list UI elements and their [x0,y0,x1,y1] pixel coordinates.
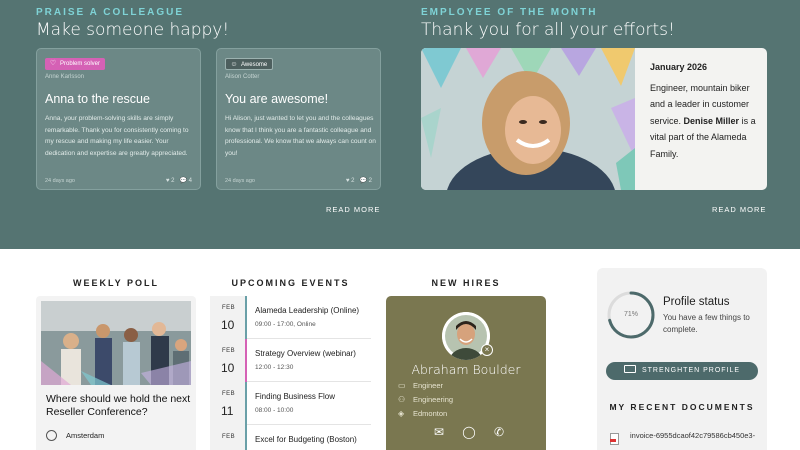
profile-status-subtitle: You have a few things to complete. [663,313,750,334]
like-count: 2 [171,178,175,184]
event-date: FEB 10 [210,296,247,339]
event-time: 08:00 - 10:00 [255,407,294,414]
top-band: PRAISE A COLLEAGUE Make someone happy! ♡… [0,0,800,249]
card-stats: ♥ 2 💬 2 [346,177,372,184]
profile-percent: 71% [623,311,638,318]
poll-card: Where should we hold the next Reseller C… [36,296,196,450]
poll-image [41,301,191,385]
event-date: FEB [210,425,247,450]
card-title: You are awesome! [225,92,329,106]
event-item[interactable]: FEB Excel for Budgeting (Boston) [210,425,371,450]
card-stats: ♥ 2 💬 4 [166,177,192,184]
phone-icon[interactable]: ✆ [494,425,504,439]
event-item[interactable]: FEB 11 Finding Business Flow 08:00 - 10:… [210,382,371,425]
praise-read-more-link[interactable]: READ MORE [326,205,380,214]
heart-icon: ♡ [49,60,57,67]
card-date: 24 days ago [225,178,255,184]
employee-photo [421,48,635,190]
card-body: Anna, your problem-solving skills are si… [45,115,189,157]
employee-name: Denise Miller [683,115,740,126]
event-title: Excel for Budgeting (Boston) [255,435,357,444]
hire-location: ◈ Edmonton [398,409,448,418]
event-item[interactable]: FEB 10 Strategy Overview (webinar) 12:00… [210,339,371,382]
event-time: 09:00 - 17:00, Online [255,321,316,328]
card-title: Anna to the rescue [45,92,150,106]
hire-name: Abraham Boulder [411,362,521,377]
poll-question: Where should we hold the next Reseller C… [46,393,191,418]
mail-icon[interactable]: ✉ [434,425,444,439]
card-author: Anne Karlsson [45,74,85,80]
poll-heading: WEEKLY POLL [72,278,159,288]
pdf-file-icon [610,433,619,445]
events-heading: UPCOMING EVENTS [231,278,350,288]
event-item[interactable]: FEB 10 Alameda Leadership (Online) 09:00… [210,296,371,339]
like-count: 2 [351,178,355,184]
strengthen-profile-button[interactable]: STRENGHTEN PROFILE [606,362,758,380]
praise-badge: ☺ Awesome [225,58,274,70]
chat-icon[interactable]: ◯ [462,425,475,439]
events-list: FEB 10 Alameda Leadership (Online) 09:00… [210,296,371,450]
hire-role: ▭ Engineer [398,381,444,390]
event-date: FEB 10 [210,339,247,382]
event-time: 12:00 - 12:30 [255,364,294,371]
profile-card-icon [623,365,636,373]
like-icon[interactable]: ♥ [346,178,350,184]
card-date: 24 days ago [45,178,75,184]
hires-heading: NEW HIRES [431,278,501,288]
hire-actions: ✉ ◯ ✆ [434,425,504,439]
eom-description: January 2026 Engineer, mountain biker an… [650,59,760,162]
hire-department: ⚇ Engineering [398,395,454,404]
id-card-icon: ▭ [398,381,406,390]
eom-title: Thank you for all your efforts! [421,20,675,40]
comment-icon[interactable]: 💬 [180,178,187,184]
document-link[interactable]: invoice-6955dcaof42c79586cb450e3- [630,430,760,442]
eom-card[interactable]: January 2026 Engineer, mountain biker an… [421,48,767,190]
praise-title: Make someone happy! [36,20,230,40]
poll-option-radio[interactable] [46,430,57,441]
event-title: Alameda Leadership (Online) [255,306,360,315]
comment-count: 4 [188,178,192,184]
eom-eyebrow: EMPLOYEE OF THE MONTH [421,7,598,18]
profile-status-title: Profile status [663,296,730,308]
smile-icon: ☺ [230,61,238,68]
eom-read-more-link[interactable]: READ MORE [712,205,766,214]
comment-count: 2 [368,178,372,184]
profile-panel: 71% Profile status You have a few things… [597,268,767,450]
location-icon: ◈ [398,409,405,418]
recent-documents-heading: MY RECENT DOCUMENTS [609,402,755,412]
event-title: Strategy Overview (webinar) [255,349,356,358]
comment-icon[interactable]: 💬 [360,178,367,184]
card-body: Hi Alison, just wanted to let you and th… [225,115,376,157]
team-icon: ⚇ [398,395,406,404]
praise-card[interactable]: ☺ Awesome Alison Cotter You are awesome!… [216,48,381,190]
praise-badge: ♡ Problem solver [45,58,106,70]
event-date: FEB 11 [210,382,247,425]
praise-card[interactable]: ♡ Problem solver Anne Karlsson Anna to t… [36,48,201,190]
poll-option-label[interactable]: Amsterdam [66,431,104,440]
event-title: Finding Business Flow [255,392,336,401]
new-hire-card: × Abraham Boulder ▭ Engineer ⚇ Engineering… [386,296,546,450]
close-icon[interactable]: × [481,344,493,356]
praise-eyebrow: PRAISE A COLLEAGUE [36,7,185,18]
eom-date: January 2026 [650,62,708,72]
like-icon[interactable]: ♥ [166,178,170,184]
card-author: Alison Cotter [225,74,260,80]
